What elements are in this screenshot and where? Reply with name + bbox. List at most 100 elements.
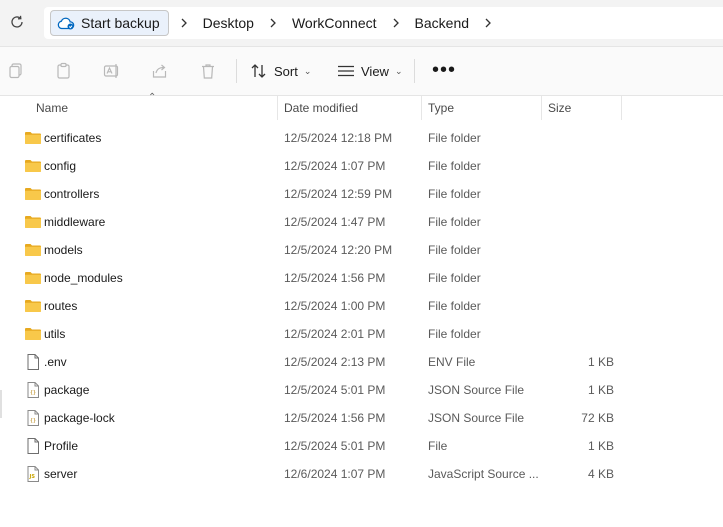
file-row[interactable]: controllers 12/5/2024 12:59 PM File folder <box>0 180 723 208</box>
file-icon <box>24 353 42 371</box>
js-file-icon: JS <box>24 465 42 483</box>
file-date-modified: 12/5/2024 5:01 PM <box>284 439 386 453</box>
file-type: File folder <box>428 159 481 173</box>
chevron-right-icon[interactable] <box>473 18 503 28</box>
column-divider[interactable] <box>621 96 622 120</box>
breadcrumb: Start backup Desktop WorkConnect Backend <box>44 7 723 39</box>
folder-icon <box>24 325 42 343</box>
delete-button[interactable] <box>198 61 218 81</box>
file-row[interactable]: Profile 12/5/2024 5:01 PM File 1 KB <box>0 432 723 460</box>
file-name: models <box>44 243 83 257</box>
svg-text:JS: JS <box>29 474 36 480</box>
view-button[interactable]: View ⌄ <box>337 60 403 82</box>
toolbar-divider <box>236 59 237 83</box>
folder-icon <box>24 269 42 287</box>
breadcrumb-item-workconnect[interactable]: WorkConnect <box>288 15 381 31</box>
column-headers: ⌃ Name Date modified Type Size <box>0 92 723 120</box>
view-icon <box>338 65 354 77</box>
folder-icon <box>24 241 42 259</box>
command-bar: Sort ⌄ View ⌄ ••• <box>0 47 723 96</box>
paste-button[interactable] <box>54 61 74 81</box>
file-date-modified: 12/5/2024 2:01 PM <box>284 327 386 341</box>
rename-button[interactable] <box>102 61 122 81</box>
copy-button[interactable] <box>6 61 26 81</box>
file-size: 72 KB <box>581 411 614 425</box>
chevron-right-icon[interactable] <box>258 18 288 28</box>
file-type: File folder <box>428 187 481 201</box>
file-row[interactable]: config 12/5/2024 1:07 PM File folder <box>0 152 723 180</box>
refresh-icon <box>11 15 23 28</box>
column-divider[interactable] <box>421 96 422 120</box>
more-options-button[interactable]: ••• <box>432 60 456 80</box>
svg-text:{}: {} <box>30 390 36 396</box>
file-size: 1 KB <box>587 383 614 397</box>
file-row[interactable]: JS server 12/6/2024 1:07 PM JavaScript Sour… <box>0 460 723 488</box>
folder-icon <box>24 129 42 147</box>
file-name: certificates <box>44 131 102 145</box>
share-icon <box>152 64 167 78</box>
delete-icon <box>202 64 214 79</box>
breadcrumb-item-backend[interactable]: Backend <box>411 15 473 31</box>
file-name: utils <box>44 327 66 341</box>
folder-icon <box>24 297 42 315</box>
file-size: 1 KB <box>587 355 614 369</box>
json-file-icon: {} <box>24 409 42 427</box>
column-header-size[interactable]: Size <box>548 96 571 120</box>
file-date-modified: 12/5/2024 1:56 PM <box>284 411 386 425</box>
file-row[interactable]: node_modules 12/5/2024 1:56 PM File folder <box>0 264 723 292</box>
column-divider[interactable] <box>277 96 278 120</box>
file-icon <box>24 437 42 455</box>
sort-ascending-icon: ⌃ <box>148 92 157 103</box>
copy-icon <box>9 63 22 79</box>
breadcrumb-item-desktop[interactable]: Desktop <box>199 15 258 31</box>
file-row[interactable]: certificates 12/5/2024 12:18 PM File folde… <box>0 124 723 152</box>
file-type: JSON Source File <box>428 383 525 397</box>
chevron-down-icon: ⌄ <box>394 65 403 76</box>
chevron-right-icon[interactable] <box>381 18 411 28</box>
file-name: controllers <box>44 187 100 201</box>
file-date-modified: 12/5/2024 1:07 PM <box>284 159 386 173</box>
column-header-type[interactable]: Type <box>428 96 454 120</box>
json-file-icon: {} <box>24 381 42 399</box>
file-type: File folder <box>428 271 481 285</box>
file-row[interactable]: .env 12/5/2024 2:13 PM ENV File 1 KB <box>0 348 723 376</box>
file-name: Profile <box>44 439 79 453</box>
chevron-down-icon: ⌄ <box>303 65 312 76</box>
file-name: config <box>44 159 77 173</box>
paste-icon <box>57 62 70 79</box>
file-row[interactable]: {} package-lock 12/5/2024 1:56 PM JSON Sour… <box>0 404 723 432</box>
toolbar-divider <box>414 59 415 83</box>
column-header-date[interactable]: Date modified <box>284 96 358 120</box>
start-backup-button[interactable]: Start backup <box>50 10 169 36</box>
file-row[interactable]: utils 12/5/2024 2:01 PM File folder <box>0 320 723 348</box>
file-date-modified: 12/5/2024 1:56 PM <box>284 271 386 285</box>
cloud-backup-icon <box>57 16 75 30</box>
start-backup-label: Start backup <box>81 15 160 31</box>
file-type: JavaScript Source ... <box>428 467 539 481</box>
file-date-modified: 12/5/2024 12:59 PM <box>284 187 393 201</box>
file-date-modified: 12/5/2024 2:13 PM <box>284 355 386 369</box>
file-date-modified: 12/5/2024 12:20 PM <box>284 243 393 257</box>
column-divider[interactable] <box>541 96 542 120</box>
file-row[interactable]: models 12/5/2024 12:20 PM File folder <box>0 236 723 264</box>
file-name: node_modules <box>44 271 123 285</box>
file-row[interactable]: middleware 12/5/2024 1:47 PM File folder <box>0 208 723 236</box>
refresh-button[interactable] <box>7 12 27 32</box>
address-bar: Start backup Desktop WorkConnect Backend <box>0 0 723 47</box>
file-name: server <box>44 467 78 481</box>
column-header-name[interactable]: Name <box>36 96 68 120</box>
file-type: File folder <box>428 215 481 229</box>
file-type: JSON Source File <box>428 411 525 425</box>
sort-button[interactable]: Sort ⌄ <box>250 60 311 82</box>
file-type: File folder <box>428 327 481 341</box>
share-button[interactable] <box>150 61 170 81</box>
file-date-modified: 12/6/2024 1:07 PM <box>284 467 386 481</box>
file-type: File folder <box>428 299 481 313</box>
file-row[interactable]: {} package 12/5/2024 5:01 PM JSON Source Fi… <box>0 376 723 404</box>
file-date-modified: 12/5/2024 1:47 PM <box>284 215 386 229</box>
file-row[interactable]: routes 12/5/2024 1:00 PM File folder <box>0 292 723 320</box>
chevron-right-icon[interactable] <box>169 18 199 28</box>
file-list: certificates 12/5/2024 12:18 PM File folde… <box>0 124 723 488</box>
svg-text:{}: {} <box>30 418 36 424</box>
file-type: File <box>428 439 448 453</box>
